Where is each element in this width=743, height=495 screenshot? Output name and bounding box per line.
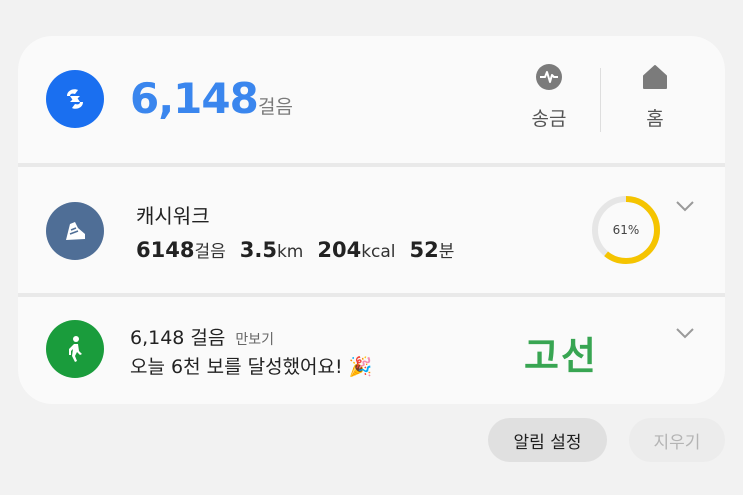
home-icon	[643, 65, 667, 89]
pedometer-message: 오늘 6천 보를 달성했어요! 🎉	[130, 356, 373, 378]
step-count: 6,148	[130, 74, 259, 123]
pedometer-steps: 6,148 걸음	[130, 327, 226, 349]
send-money-label: 송금	[531, 108, 567, 130]
notification-settings-button[interactable]: 알림 설정	[488, 418, 607, 462]
app-logo-icon	[46, 70, 104, 128]
activity-stats: 6148걸음 3.5km 204kcal 52분	[136, 237, 454, 262]
stat-distance-value: 3.5	[239, 238, 277, 262]
step-unit: 걸음	[258, 96, 293, 118]
step-summary-card[interactable]: 6,148 걸음 송금 홈	[18, 36, 725, 163]
stat-steps-value: 6148	[136, 238, 195, 262]
expand-chevron-icon[interactable]	[674, 199, 696, 213]
stat-minutes-unit: 분	[438, 242, 455, 262]
home-label: 홈	[646, 108, 664, 130]
pedometer-source: 만보기	[235, 332, 275, 348]
watermark-stamp: 고선	[524, 334, 598, 378]
cashwalk-card[interactable]: 캐시워크 6148걸음 3.5km 204kcal 52분 61%	[18, 167, 725, 293]
stat-steps-unit: 걸음	[194, 242, 226, 262]
pulse-coin-icon	[536, 64, 562, 90]
pedometer-header: 6,148 걸음 만보기	[130, 323, 274, 350]
shoe-icon	[46, 202, 104, 260]
stat-minutes-value: 52	[409, 238, 439, 262]
clear-button[interactable]: 지우기	[629, 418, 725, 462]
stat-calories-unit: kcal	[361, 242, 396, 262]
pedometer-card[interactable]: 6,148 걸음 만보기 오늘 6천 보를 달성했어요! 🎉 고선	[18, 297, 725, 404]
home-button[interactable]: 홈	[620, 62, 690, 131]
notification-panel: 6,148 걸음 송금 홈 캐시워크 6148걸음 3.5km 204kcal …	[18, 36, 725, 404]
cashwalk-title: 캐시워크	[136, 204, 210, 228]
progress-percent: 61%	[612, 223, 640, 237]
walking-person-icon	[46, 320, 104, 378]
send-money-button[interactable]: 송금	[514, 62, 584, 131]
stat-calories-value: 204	[317, 238, 362, 262]
stat-distance-unit: km	[276, 242, 304, 262]
action-divider	[600, 68, 601, 132]
expand-chevron-icon[interactable]	[674, 326, 696, 340]
